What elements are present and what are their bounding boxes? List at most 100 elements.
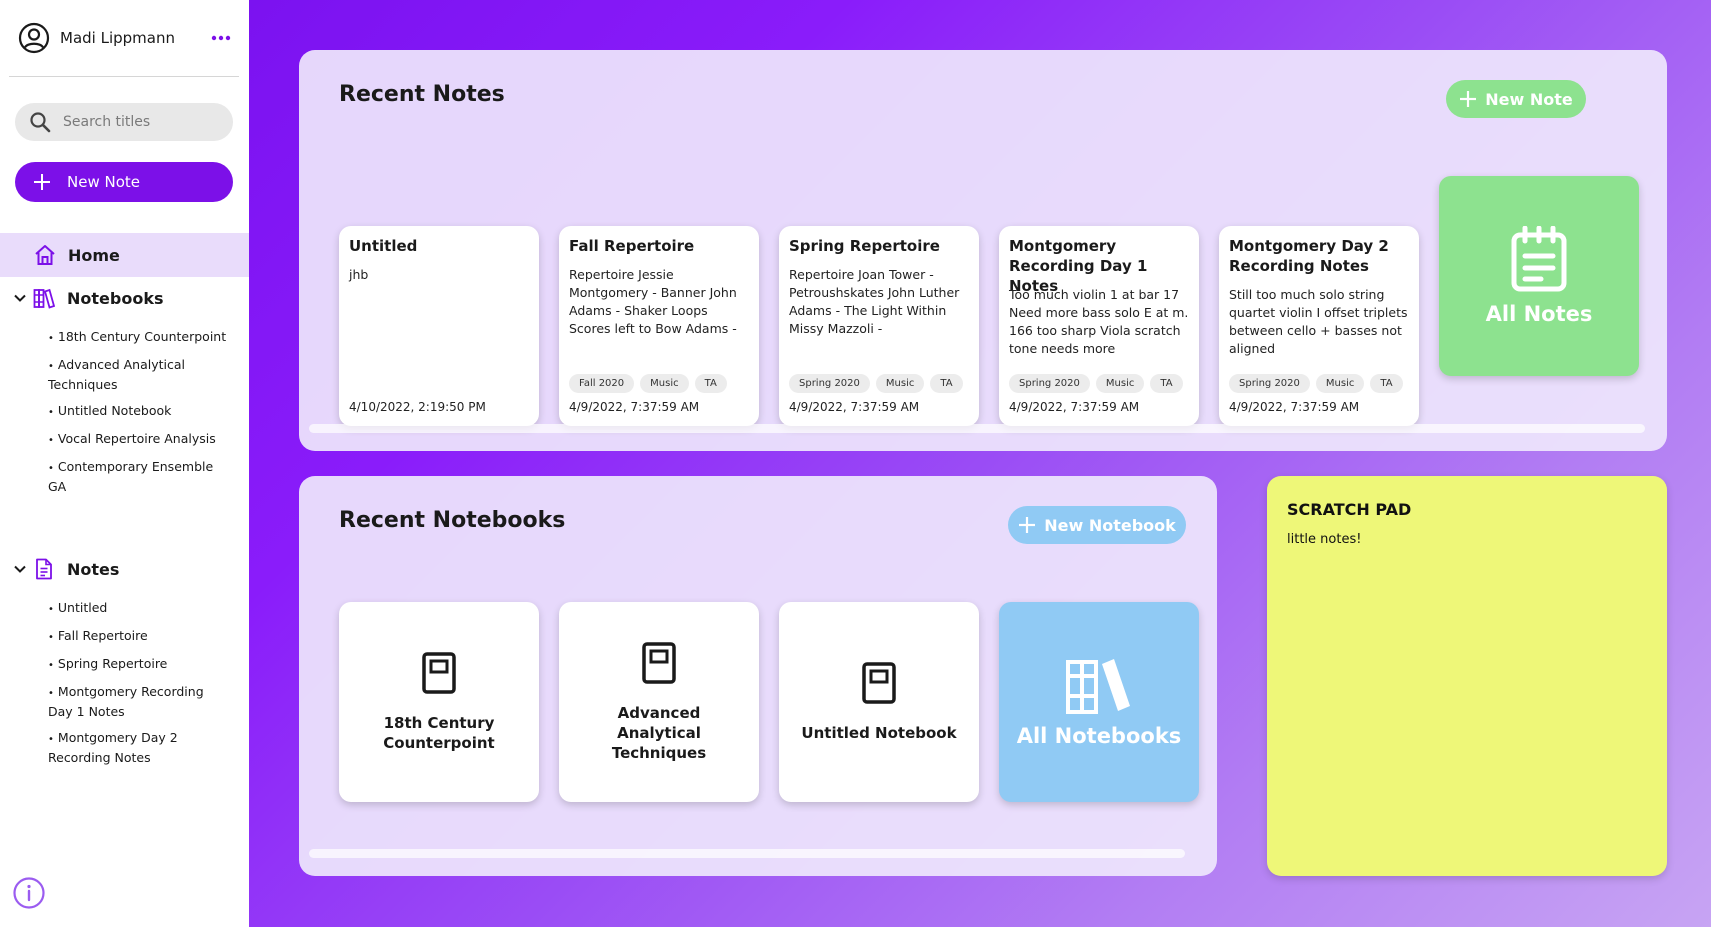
more-dots-icon[interactable] (209, 26, 233, 50)
tag-badge[interactable]: Fall 2020 (569, 374, 635, 393)
tag-badge[interactable]: TA (1370, 374, 1403, 393)
note-doc-icon (36, 558, 52, 580)
user-name: Madi Lippmann (60, 29, 175, 47)
chevron-down-icon[interactable] (13, 291, 27, 305)
user-row: Madi Lippmann (18, 20, 233, 56)
all-notebooks-label: All Notebooks (1016, 724, 1182, 748)
all-notes-label: All Notes (1485, 302, 1593, 326)
sidebar-section-notes[interactable]: Notes (0, 554, 249, 584)
note-card-body: Too much violin 1 at bar 17 Need more ba… (1009, 287, 1189, 356)
info-icon[interactable] (12, 876, 46, 910)
scratch-pad: SCRATCH PAD little notes! (1267, 476, 1667, 876)
notepad-icon (1511, 226, 1567, 292)
notebook-card[interactable]: Untitled Notebook (779, 602, 979, 802)
tag-badge[interactable]: TA (1150, 374, 1183, 393)
tag-badge[interactable]: Music (1095, 374, 1145, 393)
note-card-tags: Fall 2020 Music TA (569, 374, 727, 393)
note-card[interactable]: Montgomery Day 2 Recording Notes Still t… (1219, 226, 1419, 426)
search-bar[interactable] (15, 103, 233, 141)
sidebar-notebook-item[interactable]: • Untitled Notebook (48, 402, 228, 422)
note-card[interactable]: Spring Repertoire Repertoire Joan Tower … (779, 226, 979, 426)
all-notes-card[interactable]: All Notes (1439, 176, 1639, 376)
note-card-date: 4/9/2022, 7:37:59 AM (1229, 400, 1360, 414)
sidebar-notebook-list: • 18th Century Counterpoint • Advanced Ana… (48, 328, 228, 496)
sidebar-item-home[interactable]: Home (0, 233, 249, 277)
sidebar-notebook-item[interactable]: • 18th Century Counterpoint (48, 328, 228, 348)
sidebar-divider (9, 76, 239, 77)
sidebar-note-item[interactable]: • Spring Repertoire (48, 655, 228, 675)
note-card[interactable]: Fall Repertoire Repertoire Jessie Montgo… (559, 226, 759, 426)
notebooks-icon (33, 288, 55, 309)
notebook-card-label: 18th Century Counterpoint (383, 714, 495, 752)
recent-notes-title: Recent Notes (339, 82, 505, 107)
all-notebooks-card[interactable]: All Notebooks (999, 602, 1199, 802)
notebook-icon (862, 662, 896, 704)
new-note-button[interactable]: New Note (1446, 80, 1586, 118)
note-card-body: Repertoire Joan Tower - Petroushskates J… (789, 267, 960, 336)
sidebar-notebook-item[interactable]: • Vocal Repertoire Analysis (48, 430, 228, 450)
search-icon (30, 112, 51, 133)
notebook-icon (422, 652, 456, 694)
chevron-down-icon[interactable] (13, 562, 27, 576)
tag-badge[interactable]: TA (930, 374, 963, 393)
tag-badge[interactable]: Spring 2020 (1229, 374, 1310, 393)
new-notebook-button[interactable]: New Notebook (1008, 506, 1186, 544)
tag-badge[interactable]: Music (640, 374, 689, 393)
note-card-title: Fall Repertoire (569, 237, 695, 255)
new-note-label: New Note (1485, 89, 1573, 109)
note-card-body: jhb (349, 267, 369, 282)
notebook-card-label: Advanced Analytical Techniques (611, 704, 707, 762)
search-input[interactable] (63, 114, 213, 130)
note-card-date: 4/9/2022, 7:37:59 AM (789, 400, 920, 414)
plus-icon (1019, 517, 1036, 533)
note-card-date: 4/9/2022, 7:37:59 AM (1009, 400, 1140, 414)
note-card-date: 4/10/2022, 2:19:50 PM (349, 400, 486, 414)
note-card-tags: Spring 2020 Music TA (1229, 374, 1403, 393)
note-card[interactable]: Untitled jhb 4/10/2022, 2:19:50 PM (339, 226, 539, 426)
notebook-card-label: Untitled Notebook (801, 724, 957, 742)
note-card-body: Still too much solo string quartet violi… (1229, 287, 1408, 356)
note-card-tags: Spring 2020 Music TA (789, 374, 963, 393)
note-card-tags: Spring 2020 Music TA (1009, 374, 1183, 393)
tag-badge[interactable]: Spring 2020 (789, 374, 870, 393)
sidebar-notebooks-label: Notebooks (67, 288, 164, 308)
books-icon (1066, 659, 1130, 714)
sidebar: Madi Lippmann New Note Home (0, 0, 249, 927)
recent-notes-panel: Recent Notes New Note Untitled jhb 4/10/… (299, 50, 1667, 451)
sidebar-note-item[interactable]: • Fall Repertoire (48, 627, 228, 647)
recent-notebooks-title: Recent Notebooks (339, 508, 566, 533)
plus-icon (34, 174, 50, 190)
note-card-body: Repertoire Jessie Montgomery - Banner Jo… (569, 267, 737, 336)
sidebar-notes-label: Notes (67, 559, 120, 579)
tag-badge[interactable]: TA (694, 374, 727, 393)
notebook-card[interactable]: Advanced Analytical Techniques (559, 602, 759, 802)
home-icon (35, 245, 55, 265)
sidebar-notebook-item[interactable]: • Advanced Analytical Techniques (48, 356, 228, 394)
scratch-pad-title: SCRATCH PAD (1287, 500, 1412, 519)
sidebar-new-note-button[interactable]: New Note (15, 162, 233, 202)
note-card[interactable]: Montgomery Recording Day 1 Notes Too muc… (999, 226, 1199, 426)
note-card-title: Montgomery Day 2 Recording Notes (1229, 237, 1389, 275)
user-circle-icon[interactable] (18, 22, 50, 54)
tag-badge[interactable]: Music (875, 374, 925, 393)
sidebar-section-notebooks[interactable]: Notebooks (0, 283, 249, 313)
sidebar-note-item[interactable]: • Montgomery Recording Day 1 Notes (48, 683, 228, 721)
notebook-card[interactable]: 18th Century Counterpoint (339, 602, 539, 802)
tag-badge[interactable]: Spring 2020 (1009, 374, 1090, 393)
horizontal-scrollbar[interactable] (309, 849, 1185, 858)
note-card-title: Spring Repertoire (789, 237, 940, 255)
sidebar-notebook-item[interactable]: • Contemporary Ensemble GA (48, 458, 228, 496)
sidebar-note-list: • Untitled • Fall Repertoire • Spring Reper… (48, 599, 228, 767)
sidebar-new-note-label: New Note (67, 173, 140, 191)
sidebar-note-item[interactable]: • Montgomery Day 2 Recording Notes (48, 729, 228, 767)
sidebar-home-label: Home (68, 245, 120, 265)
sidebar-note-item[interactable]: • Untitled (48, 599, 228, 619)
scratch-pad-textarea[interactable]: little notes! (1287, 532, 1647, 852)
tag-badge[interactable]: Music (1315, 374, 1365, 393)
plus-icon (1460, 91, 1477, 107)
horizontal-scrollbar[interactable] (309, 424, 1645, 433)
new-notebook-label: New Notebook (1044, 515, 1176, 535)
note-card-date: 4/9/2022, 7:37:59 AM (569, 400, 700, 414)
note-card-title: Untitled (349, 237, 418, 255)
notebook-icon (642, 642, 676, 684)
